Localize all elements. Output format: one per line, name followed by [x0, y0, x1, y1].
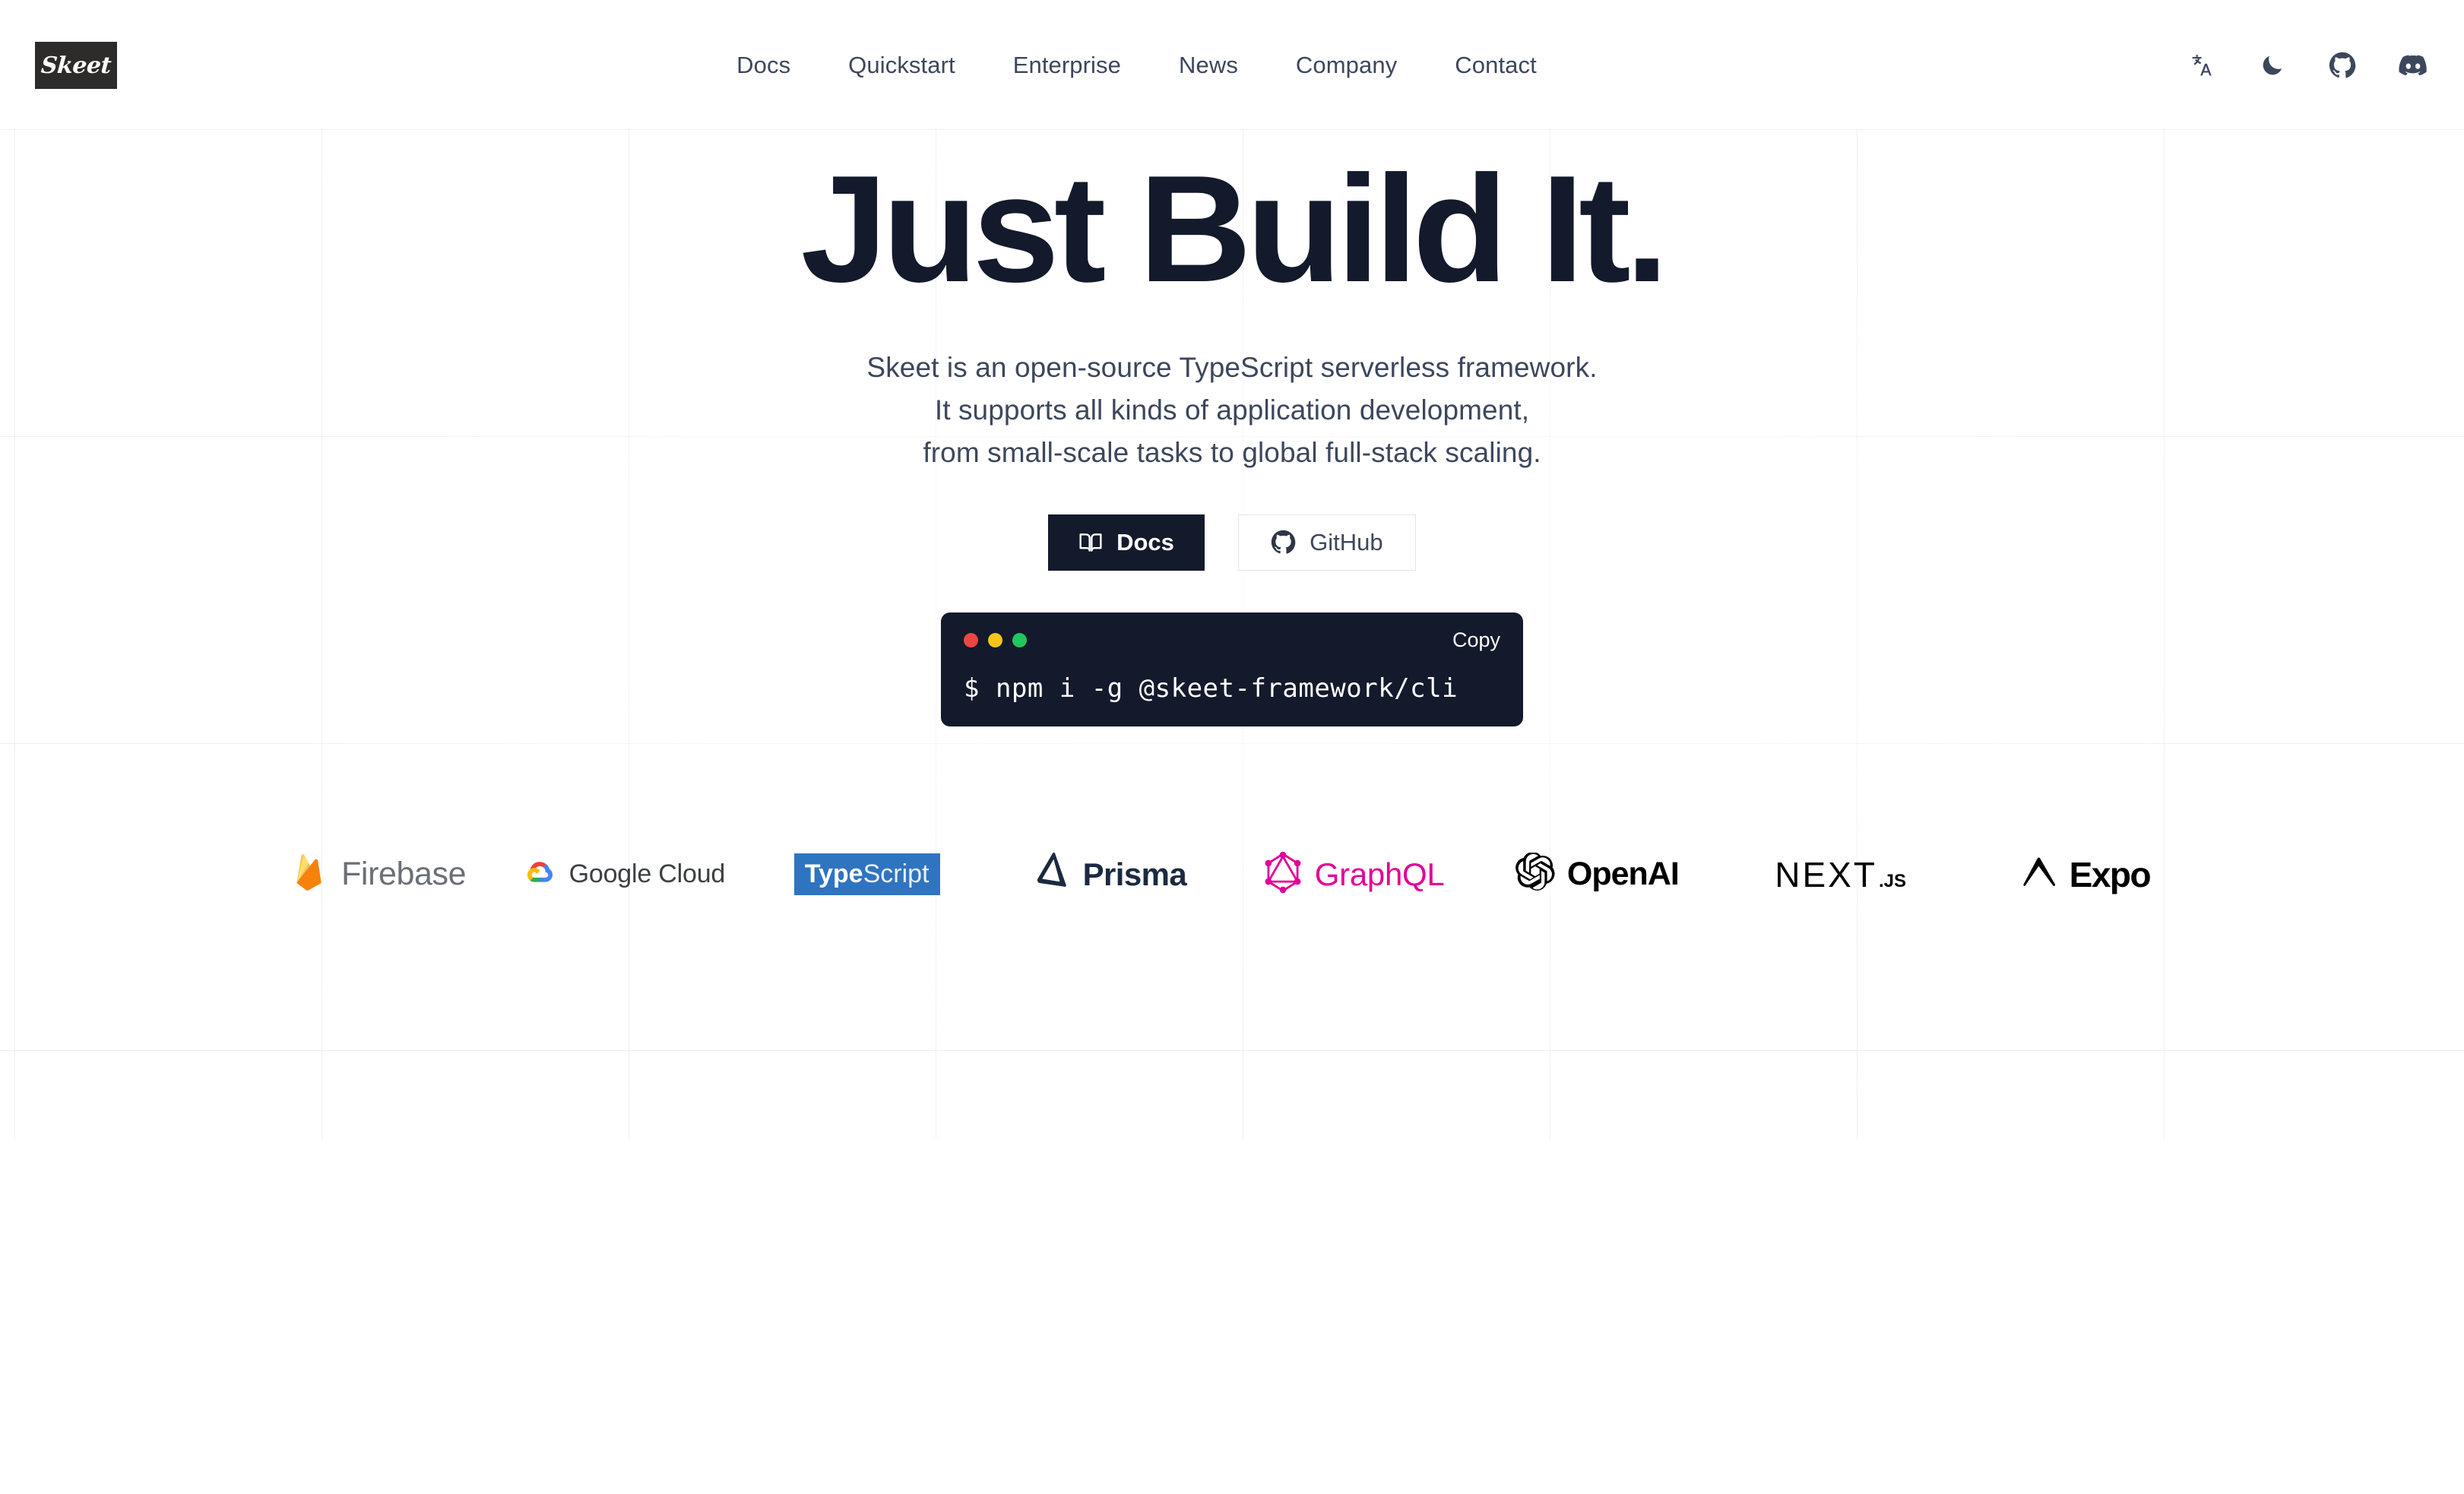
logo-graphql[interactable]: GraphQL	[1232, 840, 1475, 909]
cta-button-row: Docs GitHub	[0, 514, 2464, 571]
logo-firebase[interactable]: Firebase	[258, 840, 502, 909]
nav-item-company[interactable]: Company	[1296, 52, 1397, 79]
nav-item-quickstart[interactable]: Quickstart	[848, 52, 955, 79]
github-icon	[1271, 530, 1296, 555]
copy-button[interactable]: Copy	[1452, 630, 1500, 650]
logo-expo[interactable]: Expo	[1962, 840, 2206, 909]
openai-icon	[1515, 852, 1555, 896]
terminal-command: $ npm i -g @skeet-framework/cli	[964, 673, 1458, 704]
discord-icon[interactable]	[2399, 51, 2428, 80]
logo-text: Skeet	[40, 52, 112, 79]
nextjs-label: NEXT	[1775, 854, 1877, 894]
subtitle-line-2: It supports all kinds of application dev…	[934, 394, 1530, 426]
close-dot-icon	[964, 633, 978, 648]
nav-item-enterprise[interactable]: Enterprise	[1013, 52, 1121, 79]
nextjs-suffix: .JS	[1878, 870, 1906, 891]
hero-section: Just Build It. Skeet is an open-source T…	[0, 131, 2464, 726]
logo-nextjs[interactable]: NEXT .JS	[1719, 840, 1962, 909]
expo-icon	[2018, 856, 2057, 893]
firebase-icon	[294, 853, 329, 896]
firebase-label: Firebase	[341, 856, 467, 893]
site-logo[interactable]: Skeet	[35, 42, 117, 89]
subtitle-line-1: Skeet is an open-source TypeScript serve…	[866, 352, 1598, 383]
logo-openai[interactable]: OpenAI	[1475, 840, 1718, 909]
prisma-label: Prisma	[1082, 856, 1187, 892]
technology-logos-strip: Firebase Google Cloud TypeScript Prisma	[0, 840, 2464, 909]
install-terminal: Copy $ npm i -g @skeet-framework/cli	[941, 612, 1523, 726]
site-header: Skeet Docs Quickstart Enterprise News Co…	[0, 0, 2464, 131]
hero-subtitle: Skeet is an open-source TypeScript serve…	[0, 347, 2464, 475]
logo-typescript[interactable]: Type Script	[746, 840, 989, 909]
prisma-icon	[1034, 851, 1071, 897]
github-icon[interactable]	[2328, 51, 2357, 80]
nav-item-news[interactable]: News	[1179, 52, 1238, 79]
docs-button-label: Docs	[1116, 528, 1174, 556]
typescript-label-bold: Type	[804, 859, 863, 889]
subtitle-line-3: from small-scale tasks to global full-st…	[923, 437, 1541, 469]
graphql-label: GraphQL	[1314, 856, 1445, 892]
expo-label: Expo	[2069, 854, 2152, 894]
terminal-titlebar: Copy	[964, 629, 1500, 652]
minimize-dot-icon	[988, 633, 1002, 648]
logo-google-cloud[interactable]: Google Cloud	[502, 840, 745, 909]
traffic-light-dots	[964, 633, 1027, 648]
typescript-label-light: Script	[863, 859, 930, 889]
book-icon	[1078, 530, 1103, 555]
google-cloud-icon	[522, 858, 557, 891]
docs-button[interactable]: Docs	[1048, 514, 1205, 571]
github-button-label: GitHub	[1310, 528, 1383, 556]
main-navigation: Docs Quickstart Enterprise News Company …	[87, 52, 2187, 79]
page-title: Just Build It.	[800, 144, 1668, 314]
header-icon-group	[2187, 51, 2428, 80]
graphql-icon	[1263, 851, 1303, 897]
typescript-badge: Type Script	[793, 853, 940, 896]
github-button[interactable]: GitHub	[1237, 514, 1416, 571]
moon-icon[interactable]	[2257, 51, 2286, 80]
logo-prisma[interactable]: Prisma	[989, 840, 1232, 909]
nav-item-contact[interactable]: Contact	[1455, 52, 1537, 79]
google-cloud-label: Google Cloud	[568, 859, 726, 889]
nav-item-docs[interactable]: Docs	[736, 52, 790, 79]
maximize-dot-icon	[1012, 633, 1027, 648]
language-icon[interactable]	[2187, 51, 2215, 80]
nextjs-label-wrapper: NEXT .JS	[1775, 854, 1906, 895]
openai-label: OpenAI	[1566, 856, 1680, 893]
